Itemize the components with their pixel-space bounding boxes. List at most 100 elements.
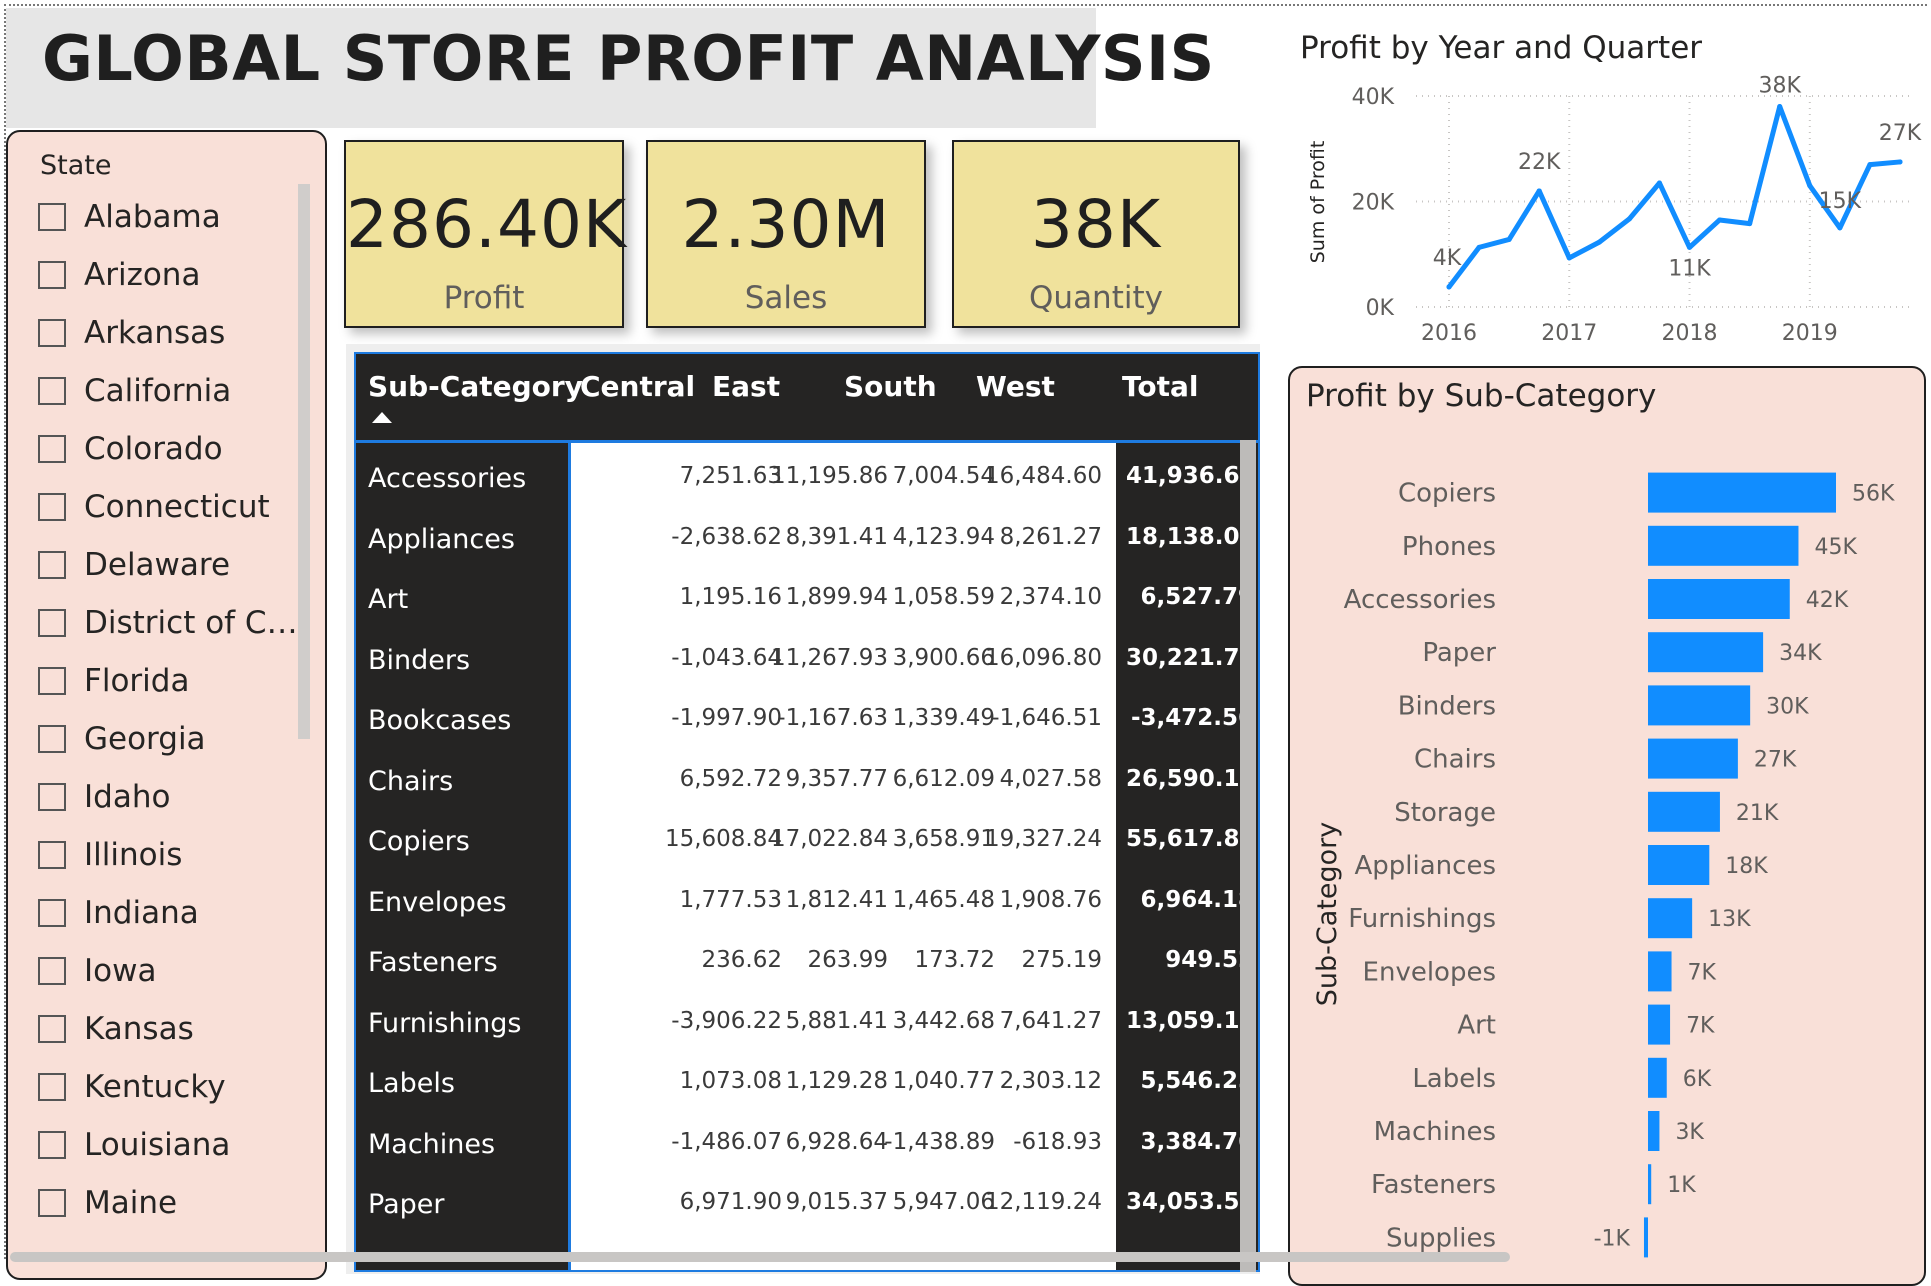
slicer-item[interactable]: California xyxy=(38,362,308,420)
slicer-item[interactable]: Iowa xyxy=(38,942,308,1000)
checkbox[interactable] xyxy=(38,551,66,579)
checkbox[interactable] xyxy=(38,841,66,869)
checkbox[interactable] xyxy=(38,725,66,753)
table-row[interactable]: Fasteners 236.62 263.99 173.72 275.19 949.52 xyxy=(356,931,1258,991)
slicer-item[interactable]: Alabama xyxy=(38,188,308,246)
checkbox[interactable] xyxy=(38,203,66,231)
slicer-item[interactable]: Maine xyxy=(38,1174,308,1232)
slicer-item[interactable]: Arizona xyxy=(38,246,308,304)
profit-matrix[interactable]: Sub-Category Central East South West Tot… xyxy=(354,352,1260,1272)
slicer-item[interactable]: Connecticut xyxy=(38,478,308,536)
total-cell: 6,527.79 xyxy=(1140,584,1255,610)
total-cell: 5,546.25 xyxy=(1140,1068,1255,1094)
checkbox[interactable] xyxy=(38,1189,66,1217)
profit-card-label: Profit xyxy=(443,280,525,316)
slicer-title: State xyxy=(40,150,112,181)
slicer-item[interactable]: Arkansas xyxy=(38,304,308,362)
category-label: Furnishings xyxy=(1348,904,1496,934)
data-point xyxy=(1897,159,1903,165)
sales-card[interactable]: 2.30M Sales xyxy=(646,140,926,328)
slicer-item-label: Idaho xyxy=(84,779,171,815)
row-label: Chairs xyxy=(368,765,454,797)
checkbox[interactable] xyxy=(38,667,66,695)
total-cell: 34,053.57 xyxy=(1126,1189,1256,1215)
checkbox[interactable] xyxy=(38,1073,66,1101)
matrix-header: Sub-Category Central East South West Tot… xyxy=(356,354,1258,442)
profit-card[interactable]: 286.40K Profit xyxy=(344,140,626,328)
table-cell: 1,058.59 xyxy=(892,584,995,610)
profit-line-chart[interactable]: 0K 20K 40K 2016 2017 2018 2019 Sum of Profit 4K 2… xyxy=(1290,70,1930,360)
column-header-south[interactable]: South xyxy=(844,370,937,403)
y-tick-label: 40K xyxy=(1352,85,1395,110)
data-point xyxy=(1476,244,1482,250)
checkbox[interactable] xyxy=(38,957,66,985)
checkbox[interactable] xyxy=(38,1131,66,1159)
table-row[interactable]: Envelopes 1,777.53 1,812.41 1,465.48 1,908.7… xyxy=(356,871,1258,931)
checkbox[interactable] xyxy=(38,609,66,637)
table-cell: 8,261.27 xyxy=(999,523,1102,550)
table-cell: 3,442.68 xyxy=(892,1007,995,1034)
column-header-sub-category[interactable]: Sub-Category xyxy=(368,370,583,403)
data-point xyxy=(1506,236,1512,242)
quantity-card[interactable]: 38K Quantity xyxy=(952,140,1240,328)
bar xyxy=(1648,898,1693,939)
column-header-west[interactable]: West xyxy=(976,370,1055,403)
column-header-central[interactable]: Central xyxy=(580,370,695,403)
slicer-item[interactable]: Idaho xyxy=(38,768,308,826)
table-row[interactable]: Labels 1,073.08 1,129.28 1,040.77 2,303.12 5,… xyxy=(356,1052,1258,1112)
page-horizontal-scrollbar[interactable] xyxy=(10,1252,1510,1262)
slicer-item[interactable]: District of Col... xyxy=(38,594,308,652)
slicer-item[interactable]: Colorado xyxy=(38,420,308,478)
checkbox[interactable] xyxy=(38,435,66,463)
table-cell: 6,612.09 xyxy=(892,765,995,792)
slicer-item[interactable]: Florida xyxy=(38,652,308,710)
checkbox[interactable] xyxy=(38,1015,66,1043)
slicer-scrollbar[interactable] xyxy=(298,184,310,739)
checkbox[interactable] xyxy=(38,899,66,927)
table-row[interactable]: Machines -1,486.07 6,928.64 -1,438.89 -618.9… xyxy=(356,1113,1258,1173)
data-point xyxy=(1807,183,1813,189)
checkbox[interactable] xyxy=(38,319,66,347)
table-row[interactable]: Furnishings -3,906.22 5,881.41 3,442.68 7,64… xyxy=(356,992,1258,1052)
data-label: 30K xyxy=(1766,694,1809,719)
table-row[interactable]: Copiers 15,608.84 17,022.84 3,658.91 19,327.… xyxy=(356,810,1258,870)
checkbox[interactable] xyxy=(38,783,66,811)
slicer-item-label: Florida xyxy=(84,663,190,699)
slicer-item[interactable]: Indiana xyxy=(38,884,308,942)
bar xyxy=(1648,1057,1667,1098)
table-row[interactable]: Chairs 6,592.72 9,357.77 6,612.09 4,027.58 26… xyxy=(356,750,1258,810)
table-row[interactable]: Accessories 7,251.63 11,195.86 7,004.54 16,4… xyxy=(356,447,1258,507)
matrix-scrollbar[interactable] xyxy=(1240,440,1256,1272)
slicer-item[interactable]: Illinois xyxy=(38,826,308,884)
table-cell: 4,027.58 xyxy=(999,765,1102,792)
data-point xyxy=(1446,284,1452,290)
row-label: Bookcases xyxy=(368,705,512,736)
checkbox[interactable] xyxy=(38,493,66,521)
column-header-east[interactable]: East xyxy=(712,370,780,403)
slicer-item-label: Iowa xyxy=(84,953,157,989)
data-label: 21K xyxy=(1736,801,1779,826)
slicer-item[interactable]: Kansas xyxy=(38,1000,308,1058)
data-label: 13K xyxy=(1708,907,1751,932)
table-cell: 2,303.12 xyxy=(999,1068,1102,1094)
sort-ascending-icon[interactable] xyxy=(372,412,392,423)
table-row[interactable]: Binders -1,043.64 11,267.93 3,900.66 16,096.… xyxy=(356,629,1258,689)
table-row[interactable]: Appliances -2,638.62 8,391.41 4,123.94 8,261… xyxy=(356,508,1258,568)
table-row[interactable]: Bookcases -1,997.90 -1,167.63 1,339.49 -1,64… xyxy=(356,689,1258,749)
table-cell: 4,123.94 xyxy=(892,523,995,550)
table-row[interactable]: Paper 6,971.90 9,015.37 5,947.06 12,119.24 34… xyxy=(356,1173,1258,1233)
slicer-item-label: Colorado xyxy=(84,431,223,467)
slicer-list: Alabama Arizona Arkansas California Colorado… xyxy=(38,188,308,1232)
checkbox[interactable] xyxy=(38,377,66,405)
column-header-total[interactable]: Total xyxy=(1122,370,1199,403)
line-chart-title: Profit by Year and Quarter xyxy=(1300,30,1703,66)
slicer-item[interactable]: Georgia xyxy=(38,710,308,768)
slicer-item[interactable]: Kentucky xyxy=(38,1058,308,1116)
profit-bar-chart[interactable]: Sub-Category Copiers 56K Phones 45K Accessori… xyxy=(1290,368,1926,1286)
table-row[interactable]: Art 1,195.16 1,899.94 1,058.59 2,374.10 6,527… xyxy=(356,568,1258,628)
slicer-item[interactable]: Louisiana xyxy=(38,1116,308,1174)
slicer-item[interactable]: Delaware xyxy=(38,536,308,594)
table-cell: 1,339.49 xyxy=(892,705,995,731)
data-point xyxy=(1626,216,1632,222)
checkbox[interactable] xyxy=(38,261,66,289)
